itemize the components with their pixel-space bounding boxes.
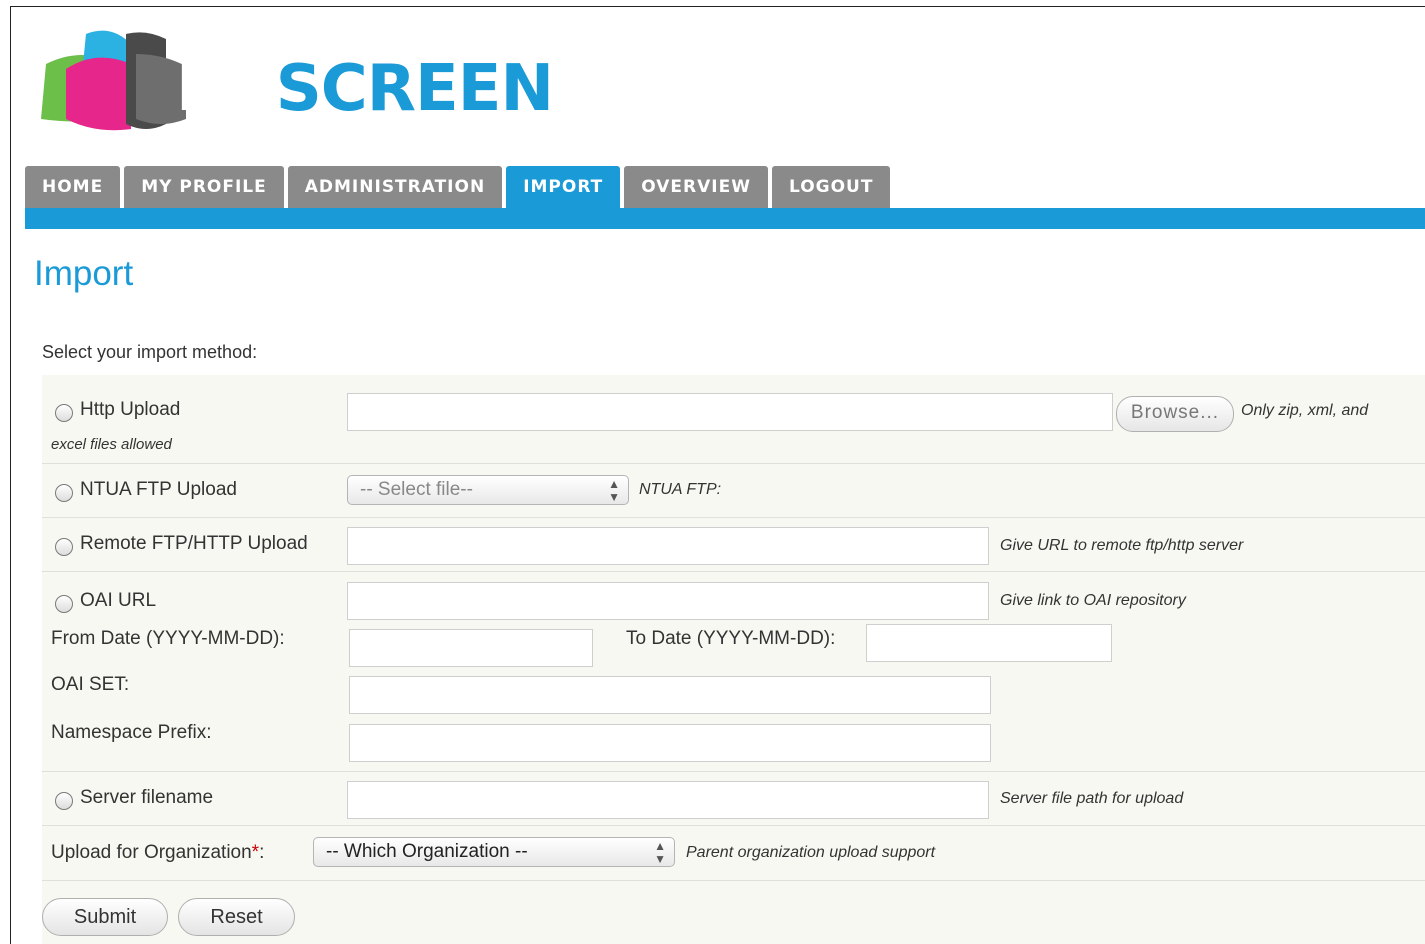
organization-select[interactable]: -- Which Organization -- ▲ ▼: [313, 837, 675, 867]
browse-button[interactable]: Browse...: [1116, 396, 1234, 432]
http-upload-radio[interactable]: [55, 404, 73, 422]
organization-label: Upload for Organization*:: [51, 842, 264, 864]
server-filename-hint: Server file path for upload: [1000, 790, 1184, 807]
remote-ftp-label: Remote FTP/HTTP Upload: [80, 533, 308, 554]
server-filename-label: Server filename: [80, 787, 214, 808]
logo-mark-icon: [41, 30, 186, 131]
required-mark: *: [251, 842, 260, 863]
row-divider: [42, 771, 1425, 772]
import-instructions: Select your import method:: [42, 342, 258, 362]
row-divider: [42, 571, 1425, 572]
tab-my-profile[interactable]: MY PROFILE: [124, 166, 284, 208]
remote-ftp-radio[interactable]: [55, 538, 73, 556]
namespace-prefix-label: Namespace Prefix:: [51, 722, 212, 743]
tab-administration[interactable]: ADMINISTRATION: [287, 166, 503, 208]
euscreen-logo[interactable]: EUSCREEN: [36, 24, 554, 134]
organization-hint: Parent organization upload support: [686, 844, 936, 861]
select-arrows-icon: ▲ ▼: [654, 839, 666, 866]
select-arrows-icon: ▲ ▼: [608, 477, 620, 504]
to-date-label: To Date (YYYY-MM-DD):: [626, 628, 836, 649]
from-date-input[interactable]: [349, 629, 593, 667]
http-upload-hint: Only zip, xml, and: [1241, 402, 1369, 419]
tab-home[interactable]: HOME: [25, 166, 121, 208]
oai-url-input[interactable]: [347, 582, 989, 620]
namespace-prefix-input[interactable]: [349, 724, 991, 762]
tab-logout[interactable]: LOGOUT: [771, 166, 891, 208]
oai-set-input[interactable]: [349, 676, 991, 714]
ntua-ftp-radio[interactable]: [55, 484, 73, 502]
server-filename-radio[interactable]: [55, 792, 73, 810]
oai-url-hint: Give link to OAI repository: [1000, 592, 1186, 609]
logo-screen-text: SCREEN: [275, 52, 554, 126]
server-filename-input[interactable]: [347, 781, 989, 819]
organization-select-value: -- Which Organization --: [326, 841, 528, 862]
remote-ftp-hint: Give URL to remote ftp/http server: [1000, 537, 1244, 554]
ntua-ftp-label: NTUA FTP Upload: [80, 479, 237, 500]
http-upload-label: Http Upload: [80, 399, 181, 420]
to-date-input[interactable]: [866, 624, 1112, 662]
row-divider: [42, 517, 1425, 518]
oai-url-radio[interactable]: [55, 595, 73, 613]
submit-button[interactable]: Submit: [42, 898, 168, 936]
ntua-ftp-file-select[interactable]: -- Select file-- ▲ ▼: [347, 475, 629, 505]
from-date-label: From Date (YYYY-MM-DD):: [51, 628, 285, 649]
main-nav: HOME MY PROFILE ADMINISTRATION IMPORT OV…: [25, 166, 891, 208]
row-divider: [42, 463, 1425, 464]
page-title: Import: [34, 254, 134, 293]
organization-label-text: Upload for Organization: [51, 842, 252, 863]
oai-set-label: OAI SET:: [51, 674, 130, 695]
nav-underline-bar: [25, 208, 1425, 229]
logo-eu-text: EU: [176, 52, 271, 126]
http-upload-hint-continued: excel files allowed: [51, 436, 172, 453]
tab-overview[interactable]: OVERVIEW: [624, 166, 768, 208]
organization-label-colon: :: [259, 842, 265, 863]
remote-ftp-url-input[interactable]: [347, 527, 989, 565]
oai-url-label: OAI URL: [80, 590, 157, 611]
ntua-ftp-hint: NTUA FTP:: [639, 481, 722, 498]
http-upload-file-input[interactable]: [347, 393, 1113, 431]
reset-button[interactable]: Reset: [178, 898, 295, 936]
tab-import[interactable]: IMPORT: [506, 166, 621, 208]
row-divider: [42, 825, 1425, 826]
ntua-ftp-select-value: -- Select file--: [360, 479, 473, 500]
row-divider: [42, 880, 1425, 881]
